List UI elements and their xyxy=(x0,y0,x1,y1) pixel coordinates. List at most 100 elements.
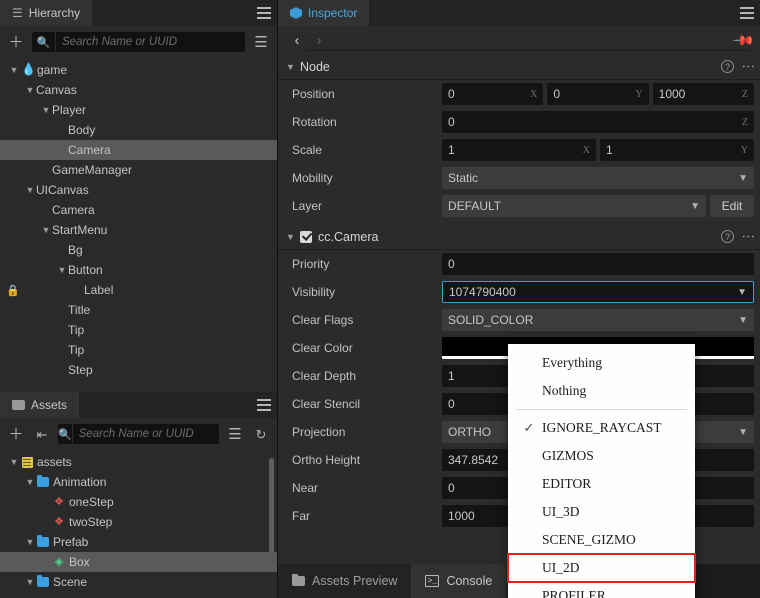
tree-item[interactable]: ◈Box xyxy=(0,552,277,572)
dropdown-item[interactable]: EDITOR xyxy=(508,470,695,498)
chevron-down-icon[interactable]: ▼ xyxy=(40,225,52,235)
tree-item[interactable]: Bg xyxy=(0,240,277,260)
tree-item[interactable]: Title xyxy=(0,300,277,320)
editor-window: ☰ Hierarchy ＋ 🔍 ☰ ▼game▼Canvas▼PlayerBod… xyxy=(0,0,760,598)
list-view-icon[interactable]: ☰ xyxy=(225,424,245,444)
chevron-down-icon: ▼ xyxy=(737,287,747,298)
add-asset-icon[interactable]: ＋ xyxy=(6,424,26,444)
property-row: Clear FlagsSOLID_COLOR▼ xyxy=(278,306,760,334)
dropdown-item[interactable]: UI_3D xyxy=(508,498,695,526)
tree-item[interactable]: ▼Button xyxy=(0,260,277,280)
hierarchy-search-input[interactable] xyxy=(56,36,245,48)
tree-item[interactable]: ▼StartMenu xyxy=(0,220,277,240)
visibility-select[interactable]: 1074790400▼ xyxy=(442,281,754,303)
tab-assets[interactable]: Assets xyxy=(0,392,79,418)
hierarchy-tree[interactable]: ▼game▼Canvas▼PlayerBodyCameraGameManager… xyxy=(0,58,277,392)
bottom-tab[interactable]: >_Console xyxy=(411,564,506,598)
tree-item-label: UICanvas xyxy=(36,183,89,197)
dropdown-item[interactable]: SCENE_GIZMO xyxy=(508,526,695,554)
dropdown-item[interactable]: UI_2D xyxy=(508,554,695,582)
tree-item-label: Scene xyxy=(53,575,87,589)
assets-tree[interactable]: ▼assets▼Animation❖oneStep❖twoStep▼Prefab… xyxy=(0,450,277,598)
select-dropdown[interactable]: SOLID_COLOR▼ xyxy=(442,309,754,331)
tree-item-label: StartMenu xyxy=(52,223,107,237)
dropdown-item[interactable]: GIZMOS xyxy=(508,442,695,470)
kebab-icon[interactable]: ⋮ xyxy=(744,60,752,73)
help-icon[interactable]: ? xyxy=(721,60,734,73)
tree-item[interactable]: Camera xyxy=(0,140,277,160)
assets-menu-icon[interactable] xyxy=(251,392,277,418)
tree-item-label: Button xyxy=(68,263,103,277)
number-input[interactable]: 0 xyxy=(442,253,754,275)
dropdown-item[interactable]: Nothing xyxy=(508,377,695,405)
list-view-icon[interactable]: ☰ xyxy=(251,32,271,52)
tree-item[interactable]: Step xyxy=(0,360,277,380)
tree-item[interactable]: Camera xyxy=(0,200,277,220)
property-label: Clear Depth xyxy=(292,369,442,383)
tree-item[interactable]: Body xyxy=(0,120,277,140)
visibility-dropdown-menu[interactable]: EverythingNothing ✓IGNORE_RAYCASTGIZMOSED… xyxy=(508,344,695,598)
tree-item[interactable]: ▼Animation xyxy=(0,472,277,492)
chevron-down-icon[interactable]: ▼ xyxy=(24,537,36,547)
chevron-down-icon[interactable]: ▼ xyxy=(24,477,36,487)
chevron-down-icon[interactable]: ▼ xyxy=(8,457,20,467)
edit-layer-button[interactable]: Edit xyxy=(710,195,754,217)
tab-inspector[interactable]: Inspector xyxy=(278,0,369,26)
hierarchy-search-box[interactable]: 🔍 xyxy=(32,32,245,52)
tree-item[interactable]: ▼ Scene xyxy=(0,572,277,592)
tree-item[interactable]: ▼game xyxy=(0,60,277,80)
tree-item[interactable]: 🔒Label xyxy=(0,280,277,300)
chevron-down-icon[interactable]: ▼ xyxy=(286,62,300,72)
dropdown-item[interactable]: Everything xyxy=(508,349,695,377)
number-input[interactable]: 1000Z xyxy=(653,83,754,105)
number-value: 0 xyxy=(448,257,748,271)
number-input[interactable]: 1X xyxy=(442,139,596,161)
chevron-down-icon[interactable]: ▼ xyxy=(24,185,36,195)
chevron-down-icon[interactable]: ▼ xyxy=(24,577,36,587)
chevron-down-icon[interactable]: ▼ xyxy=(8,65,20,75)
tree-item[interactable]: GameManager xyxy=(0,160,277,180)
select-dropdown[interactable]: Static▼ xyxy=(442,167,754,189)
pin-icon[interactable]: 📌 xyxy=(731,28,755,52)
kebab-icon[interactable]: ⋮ xyxy=(744,230,752,243)
folder-icon xyxy=(12,400,25,410)
tree-item-label: Canvas xyxy=(36,83,77,97)
hierarchy-menu-icon[interactable] xyxy=(251,0,277,26)
add-node-icon[interactable]: ＋ xyxy=(6,32,26,52)
node-section-header[interactable]: ▼ Node ? ⋮ xyxy=(278,54,760,80)
camera-section-title: cc.Camera xyxy=(318,230,378,244)
assets-search-input[interactable] xyxy=(73,428,219,440)
bottom-tab[interactable]: Assets Preview xyxy=(278,564,411,598)
camera-section-header[interactable]: ▼ cc.Camera ? ⋮ xyxy=(278,224,760,250)
property-label: Far xyxy=(292,509,442,523)
checkbox-checked-icon[interactable] xyxy=(300,231,312,243)
tree-item[interactable]: ❖oneStep xyxy=(0,492,277,512)
tree-item[interactable]: ❖twoStep xyxy=(0,512,277,532)
chevron-left-icon[interactable]: ‹ xyxy=(286,32,308,49)
tree-item[interactable]: ▼Player xyxy=(0,100,277,120)
tree-item[interactable]: ▼UICanvas xyxy=(0,180,277,200)
tree-item[interactable]: Tip xyxy=(0,320,277,340)
chevron-down-icon[interactable]: ▼ xyxy=(40,105,52,115)
number-input[interactable]: 0X xyxy=(442,83,543,105)
refresh-icon[interactable]: ↻ xyxy=(251,424,271,444)
chevron-down-icon[interactable]: ▼ xyxy=(24,85,36,95)
tab-hierarchy[interactable]: ☰ Hierarchy xyxy=(0,0,92,26)
tree-item[interactable]: ▼assets xyxy=(0,452,277,472)
dropdown-item[interactable]: ✓IGNORE_RAYCAST xyxy=(508,414,695,442)
number-input[interactable]: 1Y xyxy=(600,139,754,161)
assets-search-box[interactable]: 🔍 xyxy=(58,424,219,444)
inspector-menu-icon[interactable] xyxy=(734,0,760,26)
tree-item[interactable]: Tip xyxy=(0,340,277,360)
chevron-down-icon[interactable]: ▼ xyxy=(286,232,300,242)
dropdown-item[interactable]: PROFILER xyxy=(508,582,695,598)
chevron-right-icon[interactable]: › xyxy=(308,32,330,49)
help-icon[interactable]: ? xyxy=(721,230,734,243)
sort-icon[interactable]: ⇤ xyxy=(32,424,52,444)
tree-item[interactable]: ▼Canvas xyxy=(0,80,277,100)
tree-item[interactable]: ▼Prefab xyxy=(0,532,277,552)
chevron-down-icon[interactable]: ▼ xyxy=(56,265,68,275)
number-input[interactable]: 0Y xyxy=(547,83,648,105)
number-input[interactable]: 0Z xyxy=(442,111,754,133)
layer-select[interactable]: DEFAULT▼ xyxy=(442,195,706,217)
